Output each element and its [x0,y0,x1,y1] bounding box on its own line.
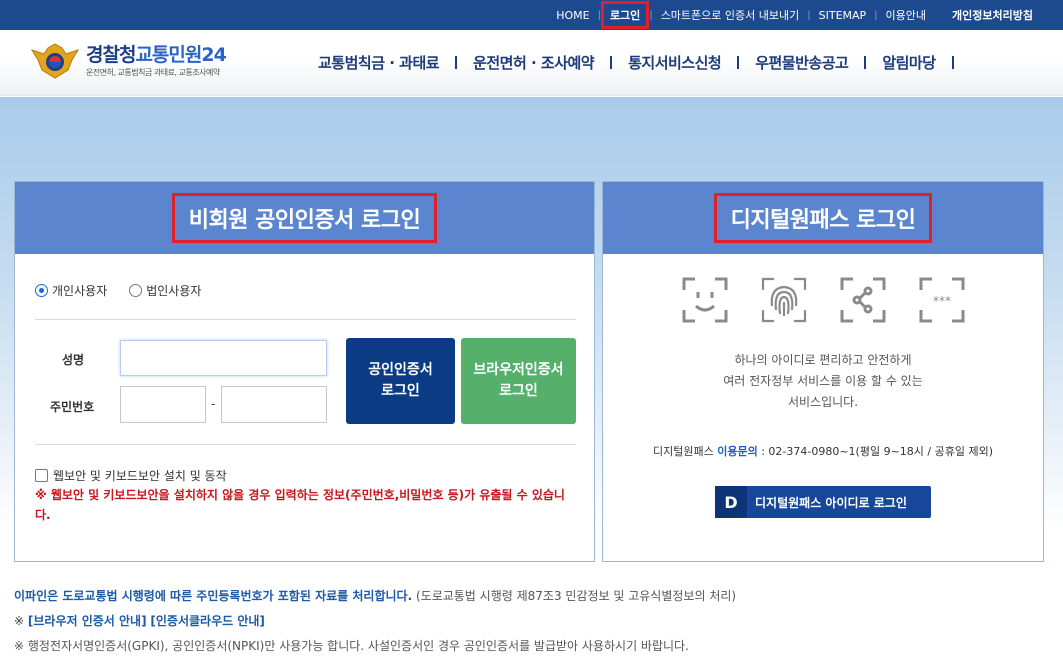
password-icon-dots: *** [933,294,951,308]
cert-login-button-text: 공인인증서로그인 [368,360,432,402]
gnb-divider [455,56,458,69]
onepass-desc-line2: 여러 전자정부 서비스를 이용 할 수 있는 [723,374,923,388]
main-navigation: 교통범칙금 · 과태료 운전면허 · 조사예약 통지서비스신청 우편물반송공고 … [318,52,970,73]
nav-link-login[interactable]: 로그인 [600,1,650,29]
radio-personal-button[interactable] [35,284,48,297]
onepass-login-button-label: 디지털원패스 아이디로 로그인 [755,495,907,510]
nav-item-privacy[interactable]: 개인정보처리방침 [934,7,1041,23]
name-input[interactable] [120,340,327,376]
cert-login-title: 비회원 공인인증서 로그인 [171,193,438,243]
notice-line-guides: ※ [브라우저 인증서 안내] [인증서클라우드 안내] [14,609,1054,634]
top-utility-nav: HOME | 로그인 | 스마트폰으로 인증서 내보내기 | SITEMAP |… [548,0,1041,30]
radio-personal-label: 개인사용자 [52,284,108,298]
radio-corporate[interactable]: 법인사용자 [129,282,201,299]
rrn-front-input[interactable] [120,386,206,423]
share-pattern-icon [840,277,886,323]
nav-link-guide[interactable]: 이용안내 [878,7,934,23]
cert-cloud-guide-link[interactable]: [인증서클라우드 안내] [150,614,265,628]
cert-login-header: 비회원 공인인증서 로그인 [15,182,594,254]
onepass-title: 디지털원패스 로그인 [713,193,933,243]
nav-item-login[interactable]: 로그인 [600,1,650,29]
site-logo[interactable]: 경찰청교통민원24 운전면허, 교통범칙금 과태료, 교통조사예약 [28,40,227,82]
contact-phone: : 02-374-0980~1(평일 9~18시 / 공휴일 제외) [761,445,993,458]
nav-item-home[interactable]: HOME [548,9,597,22]
notice-line-cert-types: ※ 행정전자서명인증서(GPKI), 공인인증서(NPKI)만 사용가능 합니다… [14,639,689,653]
onepass-header: 디지털원패스 로그인 [603,182,1043,254]
gnb-item-fines[interactable]: 교통범칙금 · 과태료 [318,52,440,73]
cert-login-button-line1: 공인인증서 [368,362,433,378]
onepass-desc-line1: 하나의 아이디로 편리하고 안전하게 [734,353,912,367]
password-icon: *** [919,277,965,323]
browser-cert-login-button[interactable]: 브라우저인증서로그인 [461,338,576,424]
onepass-description: 하나의 아이디로 편리하고 안전하게 여러 전자정부 서비스를 이용 할 수 있… [603,350,1043,413]
cert-login-button[interactable]: 공인인증서로그인 [346,338,455,424]
auth-method-icons: *** [681,276,997,324]
digital-onepass-panel: 디지털원패스 로그인 *** 하나의 아이디로 편리하고 안전하게 여러 전자정… [602,181,1044,562]
radio-corporate-button[interactable] [129,284,143,297]
contact-prefix: 디지털원패스 [652,445,714,458]
cert-login-panel: 비회원 공인인증서 로그인 개인사용자 법인사용자 성명 주민번호 - 공인인증… [14,181,595,562]
gnb-divider [737,56,740,69]
logo-subtitle: 운전면허, 교통범칙금 과태료, 교통조사예약 [86,68,220,77]
radio-personal[interactable]: 개인사용자 [35,282,107,299]
logo-text: 경찰청교통민원24 운전면허, 교통범칙금 과태료, 교통조사예약 [86,44,227,78]
gnb-divider [610,56,613,69]
rrn-back-input[interactable] [221,386,327,423]
gnb-item-notification[interactable]: 통지서비스신청 [628,52,722,73]
security-checkbox[interactable] [35,469,48,482]
notice-guides-prefix: ※ [14,614,25,628]
police-emblem-icon [30,43,80,79]
gnb-divider [864,56,867,69]
user-type-radio-group: 개인사용자 법인사용자 [35,282,223,299]
security-checkbox-row[interactable]: 웹보안 및 키보드보안 설치 및 동작 [35,467,227,484]
rrn-dash: - [211,397,216,411]
gnb-divider [951,56,954,69]
onepass-login-button[interactable]: D 디지털원패스 아이디로 로그인 [715,486,931,518]
gnb-item-license[interactable]: 운전면허 · 조사예약 [473,52,595,73]
divider-bottom [35,444,576,445]
logo-title-agency: 경찰청 [86,44,136,66]
logo-title: 경찰청교통민원24 [86,44,227,66]
face-id-icon [682,277,728,323]
nav-link-home[interactable]: HOME [548,9,597,22]
radio-corporate-label: 법인사용자 [146,284,202,298]
browser-cert-login-button-text: 브라우저인증서로그인 [473,360,563,402]
onepass-contact: 디지털원패스 이용문의 : 02-374-0980~1(평일 9~18시 / 공… [603,443,1043,459]
name-label: 성명 [62,353,85,367]
nav-link-privacy[interactable]: 개인정보처리방침 [934,7,1041,23]
notice-section: 이파인은 도로교통법 시행령에 따른 주민등록번호가 포함된 자료를 처리합니다… [14,584,1054,659]
gnb-item-returned-mail[interactable]: 우편물반송공고 [755,52,849,73]
cert-login-button-line2: 로그인 [381,383,420,399]
logo-title-service: 교통민원24 [135,44,226,66]
security-warning-text: ※ 웹보안 및 키보드보안을 설치하지 않을 경우 입력하는 정보(주민번호,비… [35,488,565,522]
gnb-item-notice[interactable]: 알림마당 [882,52,936,73]
contact-emphasis: 이용문의 [717,445,758,458]
onepass-d-icon: D [715,486,747,518]
nav-link-sitemap[interactable]: SITEMAP [811,9,875,22]
security-checkbox-label: 웹보안 및 키보드보안 설치 및 동작 [53,469,227,483]
notice-privacy-bold: 이파인은 도로교통법 시행령에 따른 주민등록번호가 포함된 자료를 처리합니다… [14,589,413,603]
notice-privacy-rest: (도로교통법 시행령 제87조3 민감정보 및 고유식별정보의 처리) [415,589,737,603]
nav-item-sitemap[interactable]: SITEMAP [811,9,875,22]
browser-cert-login-button-line2: 로그인 [499,383,538,399]
nav-item-export-cert[interactable]: 스마트폰으로 인증서 내보내기 [653,7,808,23]
browser-cert-guide-link[interactable]: [브라우저 인증서 안내] [28,614,147,628]
divider-top [35,319,576,320]
top-utility-bar: HOME | 로그인 | 스마트폰으로 인증서 내보내기 | SITEMAP |… [0,0,1063,30]
fingerprint-icon [761,277,807,323]
site-header: 경찰청교통민원24 운전면허, 교통범칙금 과태료, 교통조사예약 교통범칙금 … [0,30,1063,96]
onepass-desc-line3: 서비스입니다. [787,395,859,409]
browser-cert-login-button-line1: 브라우저인증서 [473,362,564,378]
notice-line-privacy: 이파인은 도로교통법 시행령에 따른 주민등록번호가 포함된 자료를 처리합니다… [14,584,1054,609]
nav-link-export-cert[interactable]: 스마트폰으로 인증서 내보내기 [653,7,808,23]
rrn-label: 주민번호 [50,400,95,414]
nav-item-guide[interactable]: 이용안내 [878,7,934,23]
